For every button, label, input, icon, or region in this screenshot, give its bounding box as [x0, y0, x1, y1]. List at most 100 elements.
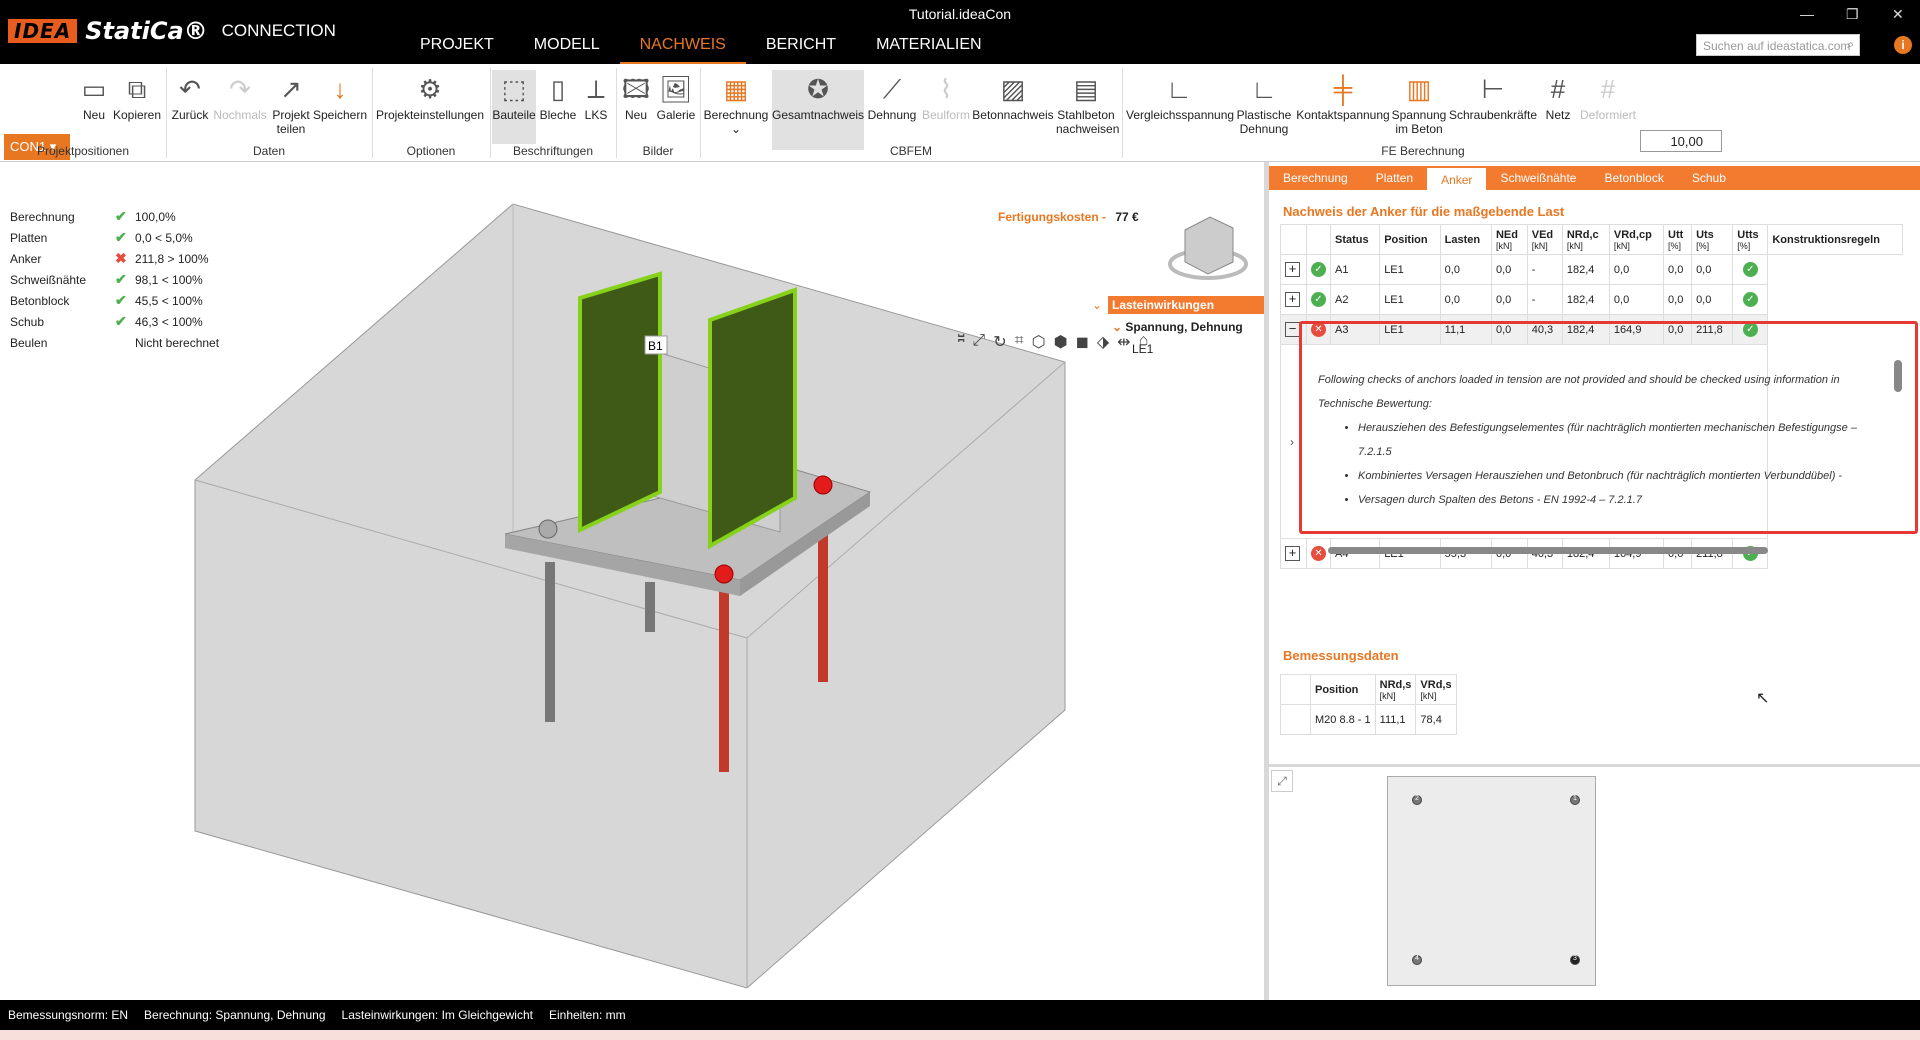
gallery-icon: 🖼	[659, 74, 693, 104]
info-icon[interactable]: i	[1894, 36, 1912, 54]
highlight-box	[1299, 321, 1918, 534]
tab-betonblock[interactable]: Betonblock	[1590, 166, 1677, 190]
col-header-unit: [kN]	[1566, 240, 1583, 251]
tree-leaf[interactable]: LE1	[1132, 342, 1266, 356]
plastic-strain-button[interactable]: ∟ Plastische Dehnung	[1232, 70, 1296, 136]
col-header-name: NRd,s	[1379, 678, 1412, 691]
calculation-button[interactable]: ▦ Berechnung ⌄	[702, 70, 770, 136]
rc-check-button[interactable]: ▤ Stahlbeton nachweisen	[1056, 70, 1119, 136]
results-tabs: Berechnung Platten Anker Schweißnähte Be…	[1269, 166, 1920, 190]
col-header-unit: [kN]	[1379, 690, 1396, 701]
overall-check-label: Gesamtnachweis	[772, 108, 865, 122]
strain-button[interactable]: ⟋ Dehnung	[866, 70, 918, 122]
chevron-right-icon[interactable]: ›	[1290, 435, 1294, 449]
minimize-button[interactable]: —	[1800, 6, 1814, 22]
mesh-button-label: Netz	[1545, 108, 1571, 122]
save-button-label: Speichern	[312, 108, 368, 122]
tab-schweissnaehte[interactable]: Schweißnähte	[1486, 166, 1590, 190]
overall-check-button[interactable]: ✪ Gesamtnachweis	[772, 70, 864, 150]
col-header: NRd,s [kN]	[1374, 674, 1417, 705]
cell: A2	[1329, 284, 1381, 315]
concrete-stress-button[interactable]: ▥ Spannung im Beton	[1390, 70, 1448, 136]
crop-icon[interactable]: ⌗	[1015, 332, 1024, 352]
group-label: FE Berechnung	[1381, 144, 1465, 158]
summary-label: Betonblock	[10, 293, 70, 308]
wireframe-icon[interactable]: ⬡	[1032, 332, 1046, 352]
tab-anker[interactable]: Anker	[1427, 166, 1487, 190]
new-button-label: Neu	[82, 108, 105, 122]
shaded-icon[interactable]: ⬢	[1054, 332, 1068, 352]
rotate-icon[interactable]: ↻	[993, 332, 1006, 352]
chevron-down-icon[interactable]: ⌄	[1112, 320, 1122, 334]
group-label: Projektpositionen	[36, 144, 130, 158]
summary-row: Berechnung ✔ 100,0%	[10, 206, 219, 227]
deformed-button[interactable]: # Deformiert	[1578, 70, 1638, 122]
equivalent-stress-button[interactable]: ∟ Vergleichsspannung	[1126, 70, 1235, 122]
horizontal-scrollbar[interactable]	[1328, 547, 1768, 554]
table-row[interactable]: + ✓ A2 LE1 0,0 0,0 - 182,4 0,0 0,0 0,0 ✓	[1280, 284, 1903, 315]
measure-icon[interactable]: ⎶	[958, 332, 964, 352]
expand-button[interactable]: +	[1285, 292, 1300, 307]
col-header-name: VRd,cp	[1613, 228, 1652, 241]
check-icon: ✔	[115, 208, 127, 224]
save-button[interactable]: ↓ Speichern	[312, 70, 368, 122]
member-icon: ⬚	[501, 74, 527, 104]
redo-button[interactable]: ↷ Nochmals	[212, 70, 268, 122]
anchor-layout-preview[interactable]: 2 1 4 3	[1387, 776, 1596, 986]
check-icon: ✓	[1742, 262, 1758, 277]
menu-projekt[interactable]: PROJEKT	[400, 34, 514, 65]
tree-root[interactable]: ⌄ Lasteinwirkungen	[1090, 296, 1266, 314]
anchor-nut-failing	[813, 475, 833, 495]
fit-view-icon[interactable]: ⤢	[972, 332, 985, 352]
new-doc-icon: ▭	[81, 74, 107, 104]
expand-button[interactable]: +	[1285, 262, 1300, 277]
contact-stress-button[interactable]: ╪ Kontaktspannung	[1296, 70, 1390, 122]
new-image-button[interactable]: 🖾 Neu	[618, 70, 654, 122]
members-button[interactable]: ⬚ Bauteile	[492, 70, 536, 144]
mesh-button[interactable]: # Netz	[1538, 70, 1578, 122]
undo-icon: ↶	[179, 74, 201, 104]
lcs-button[interactable]: ⟂ LKS	[580, 70, 612, 122]
buckling-button[interactable]: ⌇ Beulform	[920, 70, 972, 122]
fullscreen-icon[interactable]: ⤢	[1271, 770, 1293, 792]
view-cube[interactable]	[1168, 216, 1248, 280]
menu-materialien[interactable]: MATERIALIEN	[856, 34, 1002, 65]
close-button[interactable]: ✕	[1892, 6, 1904, 23]
tab-berechnung[interactable]: Berechnung	[1269, 166, 1362, 190]
tab-platten[interactable]: Platten	[1362, 166, 1427, 190]
bolt-forces-button[interactable]: ⊢ Schraubenkräfte	[1448, 70, 1538, 122]
concrete-check-button[interactable]: ▨ Betonnachweis	[972, 70, 1054, 122]
panel-separator[interactable]	[1269, 764, 1920, 767]
col-header: VRd,s [kN]	[1415, 674, 1457, 705]
copy-button[interactable]: ⧉ Kopieren	[112, 70, 162, 122]
tree-child[interactable]: ⌄ Spannung, Dehnung	[1112, 320, 1266, 334]
menu-nachweis[interactable]: NACHWEIS	[619, 34, 746, 65]
table-row[interactable]: + ✓ A1 LE1 0,0 0,0 - 182,4 0,0 0,0 0,0 ✓	[1280, 254, 1903, 285]
search-icon[interactable]: ⌕	[1847, 37, 1854, 52]
summary-row: Beulen Nicht berechnet	[10, 332, 219, 353]
equivalent-stress-label: Vergleichsspannung	[1126, 108, 1235, 122]
undo-button[interactable]: ↶ Zurück	[170, 70, 210, 122]
new-button[interactable]: ▭ Neu	[78, 70, 110, 122]
member-label: B1	[648, 339, 663, 353]
status-units: Einheiten: mm	[548, 1008, 626, 1022]
solid-icon[interactable]: ◼	[1076, 332, 1089, 352]
flange-plate	[578, 271, 662, 534]
expand-button[interactable]: +	[1285, 546, 1300, 561]
col-header: VRd,cp [kN]	[1608, 224, 1665, 255]
project-settings-button[interactable]: ⚙ Projekteinstellungen	[374, 70, 486, 122]
gallery-button[interactable]: 🖼 Galerie	[656, 70, 696, 122]
share-project-button[interactable]: ↗ Projekt teilen	[270, 70, 312, 136]
col-header-name: VEd	[1531, 228, 1554, 241]
check-icon: ✔	[115, 313, 127, 329]
col-header: Position	[1310, 674, 1376, 705]
chevron-down-icon[interactable]: ⌄	[1092, 298, 1102, 312]
search-input[interactable]: Suchen auf ideastatica.com ⌕	[1696, 34, 1860, 56]
maximize-button[interactable]: ❐	[1846, 6, 1859, 23]
menu-modell[interactable]: MODELL	[514, 34, 620, 65]
gallery-button-label: Galerie	[656, 108, 696, 122]
collapse-button[interactable]: −	[1285, 322, 1300, 337]
tab-schub[interactable]: Schub	[1678, 166, 1740, 190]
menu-bericht[interactable]: BERICHT	[746, 34, 856, 65]
plates-button[interactable]: ▯ Bleche	[538, 70, 578, 122]
